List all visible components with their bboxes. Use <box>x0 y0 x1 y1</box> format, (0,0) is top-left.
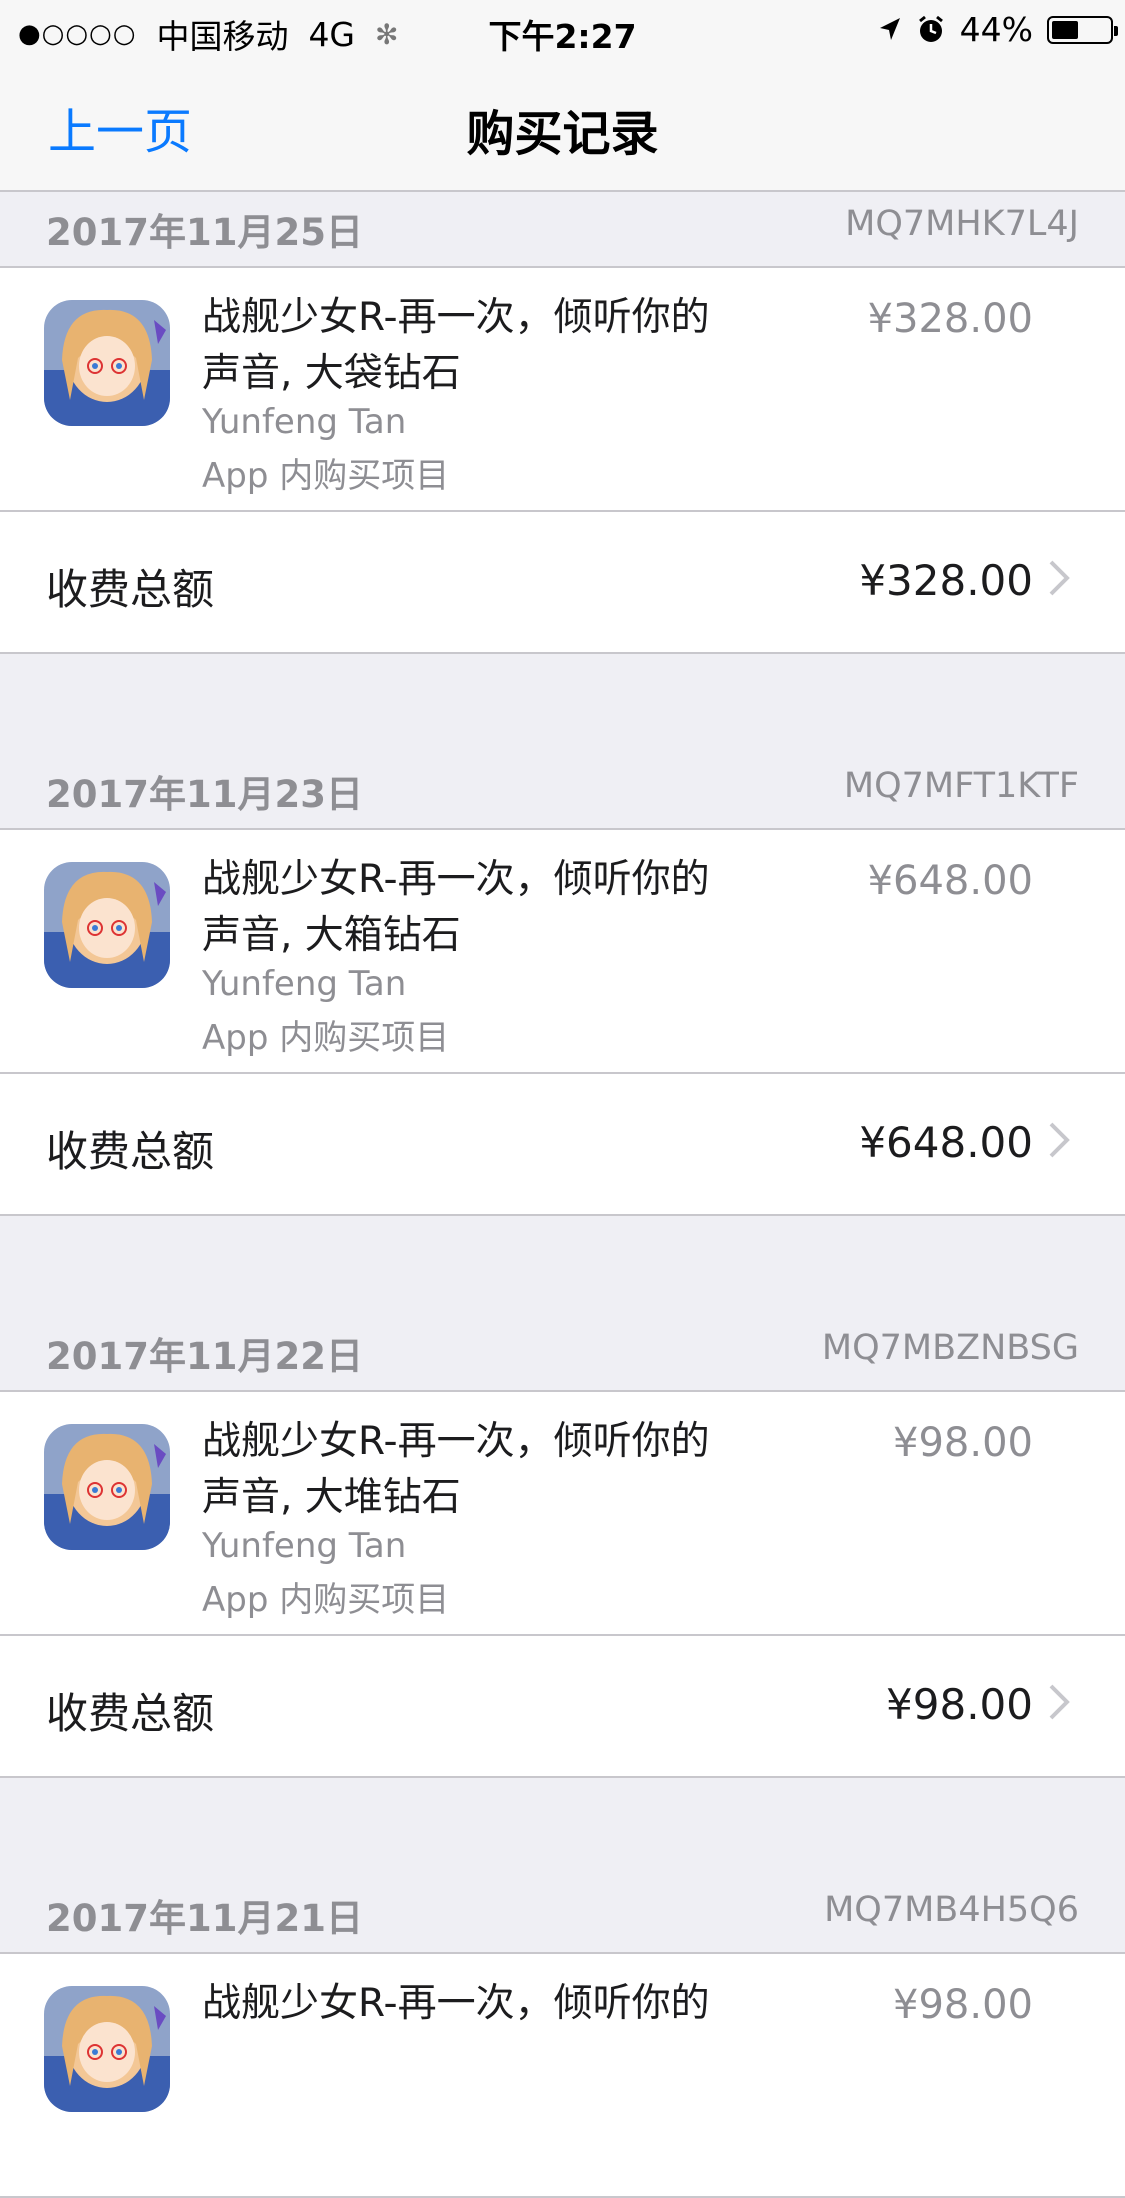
navigation-bar: 上一页 购买记录 <box>0 60 1125 192</box>
item-title: 战舰少女R-再一次，倾听你的 声音, 大箱钻石 <box>202 852 782 964</box>
purchase-item-row[interactable]: 战舰少女R-再一次，倾听你的 声音, 大堆钻石 Yunfeng Tan App … <box>0 1392 1125 1636</box>
item-title-line2: 声音, 大堆钻石 <box>202 1475 461 1520</box>
item-title: 战舰少女R-再一次，倾听你的 <box>202 1976 782 2032</box>
item-kind: App 内购买项目 <box>202 1580 450 1620</box>
alarm-clock-icon <box>918 15 943 42</box>
app-icon <box>44 862 170 988</box>
app-icon <box>44 300 170 426</box>
item-developer: Yunfeng Tan <box>202 402 407 442</box>
chevron-right-icon <box>1049 1122 1070 1158</box>
purchase-date: 2017年11月22日 <box>46 1335 363 1378</box>
total-label: 收费总额 <box>46 1689 215 1738</box>
purchase-group: 2017年11月22日 MQ7MBZNBSG 战舰少女R-再一次，倾听你的 声音… <box>0 1316 1125 1878</box>
item-title-line1: 战舰少女R-再一次，倾听你的 <box>202 295 710 340</box>
purchase-item-row[interactable]: 战舰少女R-再一次，倾听你的 ¥98.00 <box>0 1954 1125 2198</box>
total-label: 收费总额 <box>46 1127 215 1176</box>
purchase-group: 2017年11月25日 MQ7MHK7L4J 战舰少女R-再一次，倾听你的 声音… <box>0 192 1125 754</box>
purchase-item-row[interactable]: 战舰少女R-再一次，倾听你的 声音, 大袋钻石 Yunfeng Tan App … <box>0 268 1125 512</box>
order-id: MQ7MB4H5Q6 <box>824 1890 1079 1930</box>
app-icon <box>44 1986 170 2112</box>
page-title: 购买记录 <box>466 106 659 162</box>
item-price: ¥98.00 <box>893 1420 1033 1466</box>
item-title: 战舰少女R-再一次，倾听你的 声音, 大堆钻石 <box>202 1414 782 1526</box>
battery-level-fill <box>1052 20 1078 39</box>
purchase-date-header: 2017年11月21日 MQ7MB4H5Q6 <box>0 1878 1125 1954</box>
battery-icon <box>1047 15 1118 44</box>
battery-percent: 44% <box>959 10 1033 49</box>
item-price: ¥328.00 <box>867 296 1033 342</box>
total-row[interactable]: 收费总额 ¥328.00 <box>0 512 1125 654</box>
total-row[interactable]: 收费总额 ¥648.00 <box>0 1074 1125 1216</box>
order-id: MQ7MFT1KTF <box>843 766 1079 806</box>
item-title-line2: 声音, 大袋钻石 <box>202 351 461 396</box>
purchase-date-header: 2017年11月22日 MQ7MBZNBSG <box>0 1316 1125 1392</box>
order-id: MQ7MBZNBSG <box>821 1328 1079 1368</box>
item-title: 战舰少女R-再一次，倾听你的 声音, 大袋钻石 <box>202 290 782 402</box>
item-kind: App 内购买项目 <box>202 1018 450 1058</box>
purchase-group: 2017年11月21日 MQ7MB4H5Q6 战舰少女R-再一次，倾听你的 ¥9… <box>0 1878 1125 2198</box>
order-id: MQ7MHK7L4J <box>845 204 1079 244</box>
purchase-date: 2017年11月23日 <box>46 773 363 816</box>
item-title-line1: 战舰少女R-再一次，倾听你的 <box>202 857 710 902</box>
status-bar: ●○○○○ 中国移动 4G ✻ 下午2:27 44% <box>0 0 1125 60</box>
chevron-right-icon <box>1049 1684 1070 1720</box>
total-amount: ¥328.00 <box>859 556 1033 605</box>
item-price: ¥648.00 <box>867 858 1033 904</box>
item-developer: Yunfeng Tan <box>202 964 407 1004</box>
item-kind: App 内购买项目 <box>202 456 450 496</box>
purchase-list[interactable]: 2017年11月25日 MQ7MHK7L4J 战舰少女R-再一次，倾听你的 声音… <box>0 192 1125 2198</box>
item-price: ¥98.00 <box>893 1982 1033 2028</box>
total-label: 收费总额 <box>46 565 215 614</box>
total-amount: ¥98.00 <box>886 1680 1033 1729</box>
purchase-date: 2017年11月21日 <box>46 1897 363 1940</box>
purchase-group: 2017年11月23日 MQ7MFT1KTF 战舰少女R-再一次，倾听你的 声音… <box>0 754 1125 1316</box>
location-arrow-icon <box>879 17 900 40</box>
item-title-line1: 战舰少女R-再一次，倾听你的 <box>202 1419 710 1464</box>
purchase-item-row[interactable]: 战舰少女R-再一次，倾听你的 声音, 大箱钻石 Yunfeng Tan App … <box>0 830 1125 1074</box>
chevron-right-icon <box>1049 560 1070 596</box>
item-title-line2: 声音, 大箱钻石 <box>202 913 461 958</box>
total-row[interactable]: 收费总额 ¥98.00 <box>0 1636 1125 1778</box>
total-amount: ¥648.00 <box>859 1118 1033 1167</box>
item-title-line1: 战舰少女R-再一次，倾听你的 <box>202 1981 710 2026</box>
purchase-date-header: 2017年11月23日 MQ7MFT1KTF <box>0 754 1125 830</box>
purchase-date: 2017年11月25日 <box>46 211 363 254</box>
app-icon <box>44 1424 170 1550</box>
purchase-date-header: 2017年11月25日 MQ7MHK7L4J <box>0 192 1125 268</box>
item-developer: Yunfeng Tan <box>202 1526 407 1566</box>
